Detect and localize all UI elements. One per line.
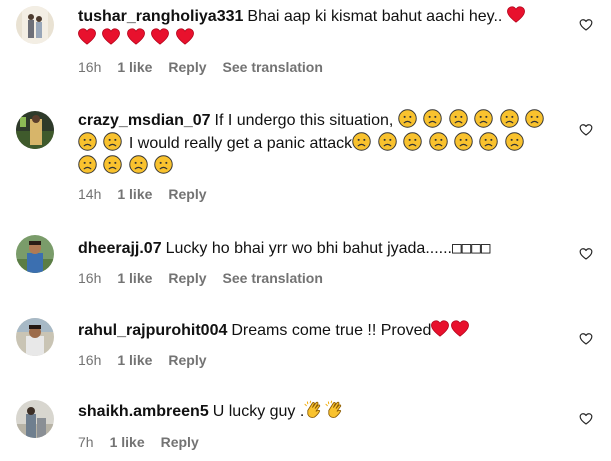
red-heart-emoji — [176, 28, 194, 46]
red-heart-emoji — [78, 28, 96, 46]
comment-text: crazy_msdian_07 If I undergo this situati… — [78, 109, 565, 178]
heart-outline-icon[interactable] — [579, 332, 593, 346]
comment-meta: 16h 1 like Reply See translation — [78, 270, 565, 286]
clapping-hands-emoji — [325, 400, 344, 419]
red-heart-emoji — [151, 28, 169, 46]
worried-face-emoji — [500, 109, 519, 128]
worried-face-emoji — [474, 109, 493, 128]
comment-likes[interactable]: 1 like — [110, 434, 145, 450]
worried-face-emoji — [103, 132, 122, 151]
worried-face-emoji — [129, 155, 148, 174]
worried-face-emoji — [429, 132, 448, 151]
worried-face-emoji — [449, 109, 468, 128]
comment-text: dheerajj.07 Lucky ho bhai yrr wo bhi bahu… — [78, 237, 565, 260]
comment-body: Bhai aap ki kismat bahut aachi hey.. — [247, 8, 503, 25]
heart-outline-icon[interactable] — [579, 247, 593, 261]
worried-face-emoji — [78, 155, 97, 174]
comment-body: Lucky ho bhai yrr wo bhi bahut jyada....… — [165, 240, 452, 257]
clapping-hands-emoji — [304, 400, 323, 419]
see-translation-button[interactable]: See translation — [223, 59, 323, 75]
red-heart-emoji — [507, 6, 525, 24]
worried-face-emoji — [403, 132, 422, 151]
heart-outline-icon[interactable] — [579, 123, 593, 137]
comment-username[interactable]: shaikh.ambreen5 — [78, 403, 209, 420]
comment-meta: 7h 1 like Reply — [78, 434, 565, 450]
red-heart-emoji — [451, 320, 469, 338]
comment-username[interactable]: rahul_rajpurohit004 — [78, 322, 227, 339]
comment-body-continued: I would really get a panic attack — [128, 135, 353, 152]
comment-likes[interactable]: 1 like — [117, 186, 152, 202]
reply-button[interactable]: Reply — [168, 186, 206, 202]
see-translation-button[interactable]: See translation — [223, 270, 323, 286]
comment-time[interactable]: 7h — [78, 434, 94, 450]
comment-time[interactable]: 16h — [78, 270, 101, 286]
comment-likes[interactable]: 1 like — [117, 270, 152, 286]
worried-face-emoji — [103, 155, 122, 174]
comment-meta: 14h 1 like Reply — [78, 186, 565, 202]
reply-button[interactable]: Reply — [168, 270, 206, 286]
worried-face-emoji — [154, 155, 173, 174]
reply-button[interactable]: Reply — [161, 434, 199, 450]
worried-face-emoji — [398, 109, 417, 128]
avatar[interactable] — [16, 111, 54, 149]
worried-face-emoji — [378, 132, 397, 151]
unsupported-emoji-glyphs: □□□□ — [452, 238, 491, 257]
comment-time[interactable]: 14h — [78, 186, 101, 202]
red-heart-emoji — [102, 28, 120, 46]
reply-button[interactable]: Reply — [168, 352, 206, 368]
worried-face-emoji — [352, 132, 371, 151]
heart-outline-icon[interactable] — [579, 412, 593, 426]
worried-face-emoji — [78, 132, 97, 151]
comment-meta: 16h 1 like Reply See translation — [78, 59, 565, 75]
red-heart-emoji — [127, 28, 145, 46]
comment-likes[interactable]: 1 like — [117, 352, 152, 368]
comment-likes[interactable]: 1 like — [117, 59, 152, 75]
comment-username[interactable]: tushar_rangholiya331 — [78, 8, 243, 25]
comment-text: rahul_rajpurohit004 Dreams come true !! P… — [78, 320, 565, 342]
worried-face-emoji — [505, 132, 524, 151]
worried-face-emoji — [479, 132, 498, 151]
comment-text: shaikh.ambreen5 U lucky guy . — [78, 400, 565, 423]
red-heart-emoji — [431, 320, 449, 338]
avatar[interactable] — [16, 235, 54, 273]
comment-meta: 16h 1 like Reply — [78, 352, 565, 368]
comment-time[interactable]: 16h — [78, 59, 101, 75]
comment-username[interactable]: crazy_msdian_07 — [78, 112, 211, 129]
comment-time[interactable]: 16h — [78, 352, 101, 368]
worried-face-emoji — [454, 132, 473, 151]
heart-outline-icon[interactable] — [579, 18, 593, 32]
reply-button[interactable]: Reply — [168, 59, 206, 75]
comment-text: tushar_rangholiya331 Bhai aap ki kismat b… — [78, 6, 565, 50]
worried-face-emoji — [525, 109, 544, 128]
comment-username[interactable]: dheerajj.07 — [78, 240, 162, 257]
avatar[interactable] — [16, 400, 54, 438]
worried-face-emoji — [423, 109, 442, 128]
avatar[interactable] — [16, 6, 54, 44]
comment-body: U lucky guy . — [212, 403, 305, 420]
comment-body: Dreams come true !! Proved — [231, 322, 432, 339]
comment-body: If I undergo this situation, — [214, 112, 394, 129]
avatar[interactable] — [16, 318, 54, 356]
